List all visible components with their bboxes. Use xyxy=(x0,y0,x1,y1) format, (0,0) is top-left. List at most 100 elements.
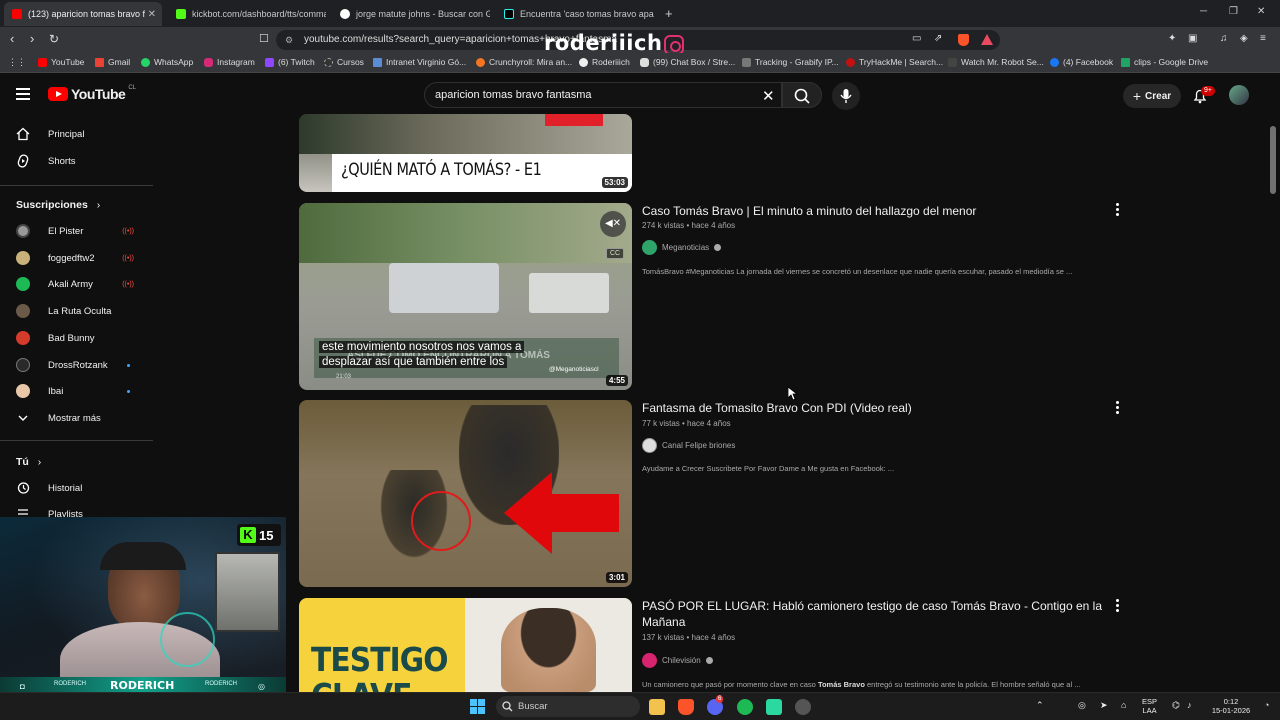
thumbnail-text: TESTIGO xyxy=(311,640,448,679)
create-button[interactable]: + Crear xyxy=(1123,84,1181,108)
video-thumbnail[interactable]: ◀✕ CC ASÍ FUE COMO ENCONTRARON A TOMÁS e… xyxy=(299,203,632,390)
video-thumbnail[interactable]: TESTIGO CLAVE xyxy=(299,598,632,692)
browser-tab-tiktok[interactable]: Encuentra 'caso tomas bravo aparicio xyxy=(496,2,654,26)
forward-icon[interactable]: › xyxy=(30,32,34,46)
more-actions-icon[interactable] xyxy=(1115,203,1121,218)
language-indicator[interactable]: ESP LAA xyxy=(1142,697,1157,715)
bookmark-instagram[interactable]: Instagram xyxy=(204,57,255,67)
bookmark-intranet[interactable]: Intranet Virginio Gó... xyxy=(373,57,466,67)
youtube-icon xyxy=(38,57,47,67)
cast-icon[interactable]: ▭ xyxy=(912,32,921,46)
brave-rewards-icon[interactable] xyxy=(981,34,993,45)
sidebar-item-bad-bunny[interactable]: Bad Bunny xyxy=(16,328,146,348)
closed-captions-icon[interactable]: CC xyxy=(606,248,625,259)
guide-menu-icon[interactable] xyxy=(16,88,30,100)
thumbnail-vehicle xyxy=(389,263,499,313)
media-icon[interactable]: ♫ xyxy=(1220,32,1228,46)
sidebar-item-la-ruta-oculta[interactable]: La Ruta Oculta xyxy=(16,301,146,321)
account-avatar[interactable] xyxy=(1229,85,1249,105)
clear-search-icon[interactable]: ✕ xyxy=(762,87,775,105)
channel-link[interactable]: Chilevisión xyxy=(642,653,713,668)
windows-start-icon[interactable] xyxy=(470,699,485,714)
extensions-icon[interactable]: ✦ xyxy=(1168,32,1176,46)
mute-icon[interactable]: ◀✕ xyxy=(600,211,626,237)
more-actions-icon[interactable] xyxy=(1115,401,1121,416)
obs-icon[interactable] xyxy=(795,699,811,715)
reload-icon[interactable]: ↻ xyxy=(49,32,59,46)
bookmark-crunchyroll[interactable]: Crunchyroll: Mira an... xyxy=(476,57,572,67)
video-title[interactable]: PASÓ POR EL LUGAR: Habló camionero testi… xyxy=(642,598,1102,630)
tray-overflow-icon[interactable]: ⌃ xyxy=(1036,701,1044,710)
bookmark-whatsapp[interactable]: WhatsApp xyxy=(141,57,193,67)
clock[interactable]: 0:12 15-01-2026 xyxy=(1207,697,1255,715)
bookmark-twitch[interactable]: (6) Twitch xyxy=(265,57,315,67)
sidebar-show-more[interactable]: Mostrar más xyxy=(16,408,146,428)
bookmark-github[interactable]: Roderiiich xyxy=(579,57,630,67)
browser-tab-youtube[interactable]: (123) aparicion tomas bravo f ✕ xyxy=(4,2,162,26)
video-thumbnail[interactable]: 3:01 xyxy=(299,400,632,587)
sidebar-item-akali-army[interactable]: Akali Army ((•)) xyxy=(16,274,146,294)
browser-tab-google[interactable]: jorge matute johns - Buscar con Goo xyxy=(332,2,490,26)
bookmark-chatbox[interactable]: (99) Chat Box / Stre... xyxy=(640,57,735,67)
tray-app-icon[interactable]: ◎ xyxy=(1078,701,1086,710)
sidebar-item-principal[interactable]: Principal xyxy=(16,124,146,144)
video-title[interactable]: Fantasma de Tomasito Bravo Con PDI (Vide… xyxy=(642,400,1102,416)
bookmark-cursos[interactable]: Cursos xyxy=(324,57,364,67)
bookmark-drive[interactable]: clips - Google Drive xyxy=(1121,57,1208,67)
bookmark-grabify[interactable]: Tracking - Grabify IP... xyxy=(742,57,839,67)
back-icon[interactable]: ‹ xyxy=(10,32,14,46)
network-icon[interactable]: ⌬ xyxy=(1172,701,1180,710)
close-window-icon[interactable]: ✕ xyxy=(1257,6,1265,17)
sidebar-item-historial[interactable]: Historial xyxy=(16,478,146,498)
menu-icon[interactable]: ≡ xyxy=(1260,32,1266,46)
search-button[interactable] xyxy=(782,82,822,108)
tray-microphone-icon[interactable]: ⌂ xyxy=(1121,701,1126,710)
kick-viewer-badge: K 15 xyxy=(237,524,281,546)
brave-browser-icon[interactable] xyxy=(678,699,694,715)
sidebar-item-shorts[interactable]: Shorts xyxy=(16,151,146,171)
bookmark-gmail[interactable]: Gmail xyxy=(95,57,130,67)
bookmark-icon[interactable]: ☐ xyxy=(259,32,269,46)
sidebar-item-foggedftw2[interactable]: foggedftw2 ((•)) xyxy=(16,248,146,268)
sidebar-item-ibai[interactable]: Ibai xyxy=(16,381,146,401)
page-scrollbar[interactable] xyxy=(1270,116,1276,682)
channel-avatar xyxy=(16,304,30,318)
restore-icon[interactable]: ❐ xyxy=(1229,6,1238,17)
sidebar-item-el-pister[interactable]: El Pister ((•)) xyxy=(16,221,146,241)
tray-app-icon[interactable]: ➤ xyxy=(1100,701,1108,710)
close-tab-icon[interactable]: ✕ xyxy=(148,9,156,20)
channel-link[interactable]: Canal Felipe briones xyxy=(642,438,735,453)
sidebar-toggle-icon[interactable]: ▣ xyxy=(1188,32,1197,46)
notifications-badge: 9+ xyxy=(1201,86,1215,96)
site-info-icon[interactable]: ⚙ xyxy=(285,30,293,50)
chat-app-icon[interactable] xyxy=(766,699,782,715)
bookmark-youtube[interactable]: YouTube xyxy=(38,57,84,67)
browser-tab-kickbot[interactable]: kickbot.com/dashboard/tts/comman xyxy=(168,2,326,26)
bookmark-mrrobot[interactable]: Watch Mr. Robot Se... xyxy=(948,57,1044,67)
minimize-icon[interactable]: ─ xyxy=(1200,6,1207,17)
sidebar-item-drossrotzank[interactable]: DrossRotzank xyxy=(16,355,146,375)
video-title[interactable]: Caso Tomás Bravo | El minuto a minuto de… xyxy=(642,203,1102,219)
new-tab-button[interactable]: + xyxy=(665,6,673,21)
voice-search-button[interactable] xyxy=(832,82,860,110)
taskbar-search-input[interactable]: Buscar xyxy=(496,696,640,717)
bookmark-facebook[interactable]: (4) Facebook xyxy=(1050,57,1113,67)
video-thumbnail[interactable]: ¿QUIÉN MATÓ A TOMÁS? - E1 53:03 xyxy=(299,114,632,192)
you-header[interactable]: Tú › xyxy=(16,456,41,468)
spotify-icon[interactable] xyxy=(737,699,753,715)
volume-icon[interactable]: ♪ xyxy=(1187,701,1192,710)
share-icon[interactable]: ⇗ xyxy=(934,32,942,46)
youtube-logo[interactable]: YouTube CL xyxy=(48,85,136,102)
vpn-icon[interactable]: ◈ xyxy=(1240,32,1248,46)
file-explorer-icon[interactable] xyxy=(649,699,665,715)
discord-badge: 6 xyxy=(716,695,724,703)
search-input[interactable]: aparicion tomas bravo fantasma xyxy=(424,82,782,108)
subscriptions-header[interactable]: Suscripciones › xyxy=(16,199,100,211)
scrollbar-thumb[interactable] xyxy=(1270,126,1276,194)
bookmark-tryhackme[interactable]: TryHackMe | Search... xyxy=(846,57,943,67)
apps-grid-icon[interactable]: ⋮⋮ xyxy=(8,57,26,68)
channel-link[interactable]: Meganoticias xyxy=(642,240,722,255)
notification-center-icon[interactable]: ◔ xyxy=(1264,701,1269,710)
more-actions-icon[interactable] xyxy=(1115,599,1121,614)
brave-shield-icon[interactable] xyxy=(958,34,969,46)
